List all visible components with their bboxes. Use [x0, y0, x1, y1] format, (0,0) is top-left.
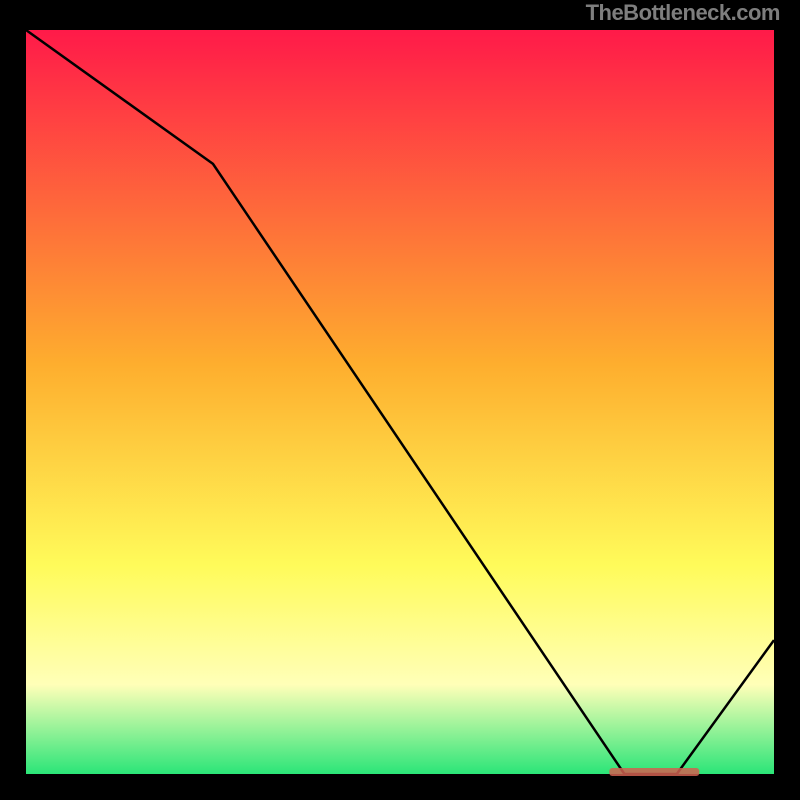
chart-svg	[0, 0, 800, 800]
attribution-text: TheBottleneck.com	[586, 0, 780, 26]
plot-area	[26, 30, 774, 774]
valley-annotation	[609, 768, 699, 776]
chart-container: TheBottleneck.com	[0, 0, 800, 800]
